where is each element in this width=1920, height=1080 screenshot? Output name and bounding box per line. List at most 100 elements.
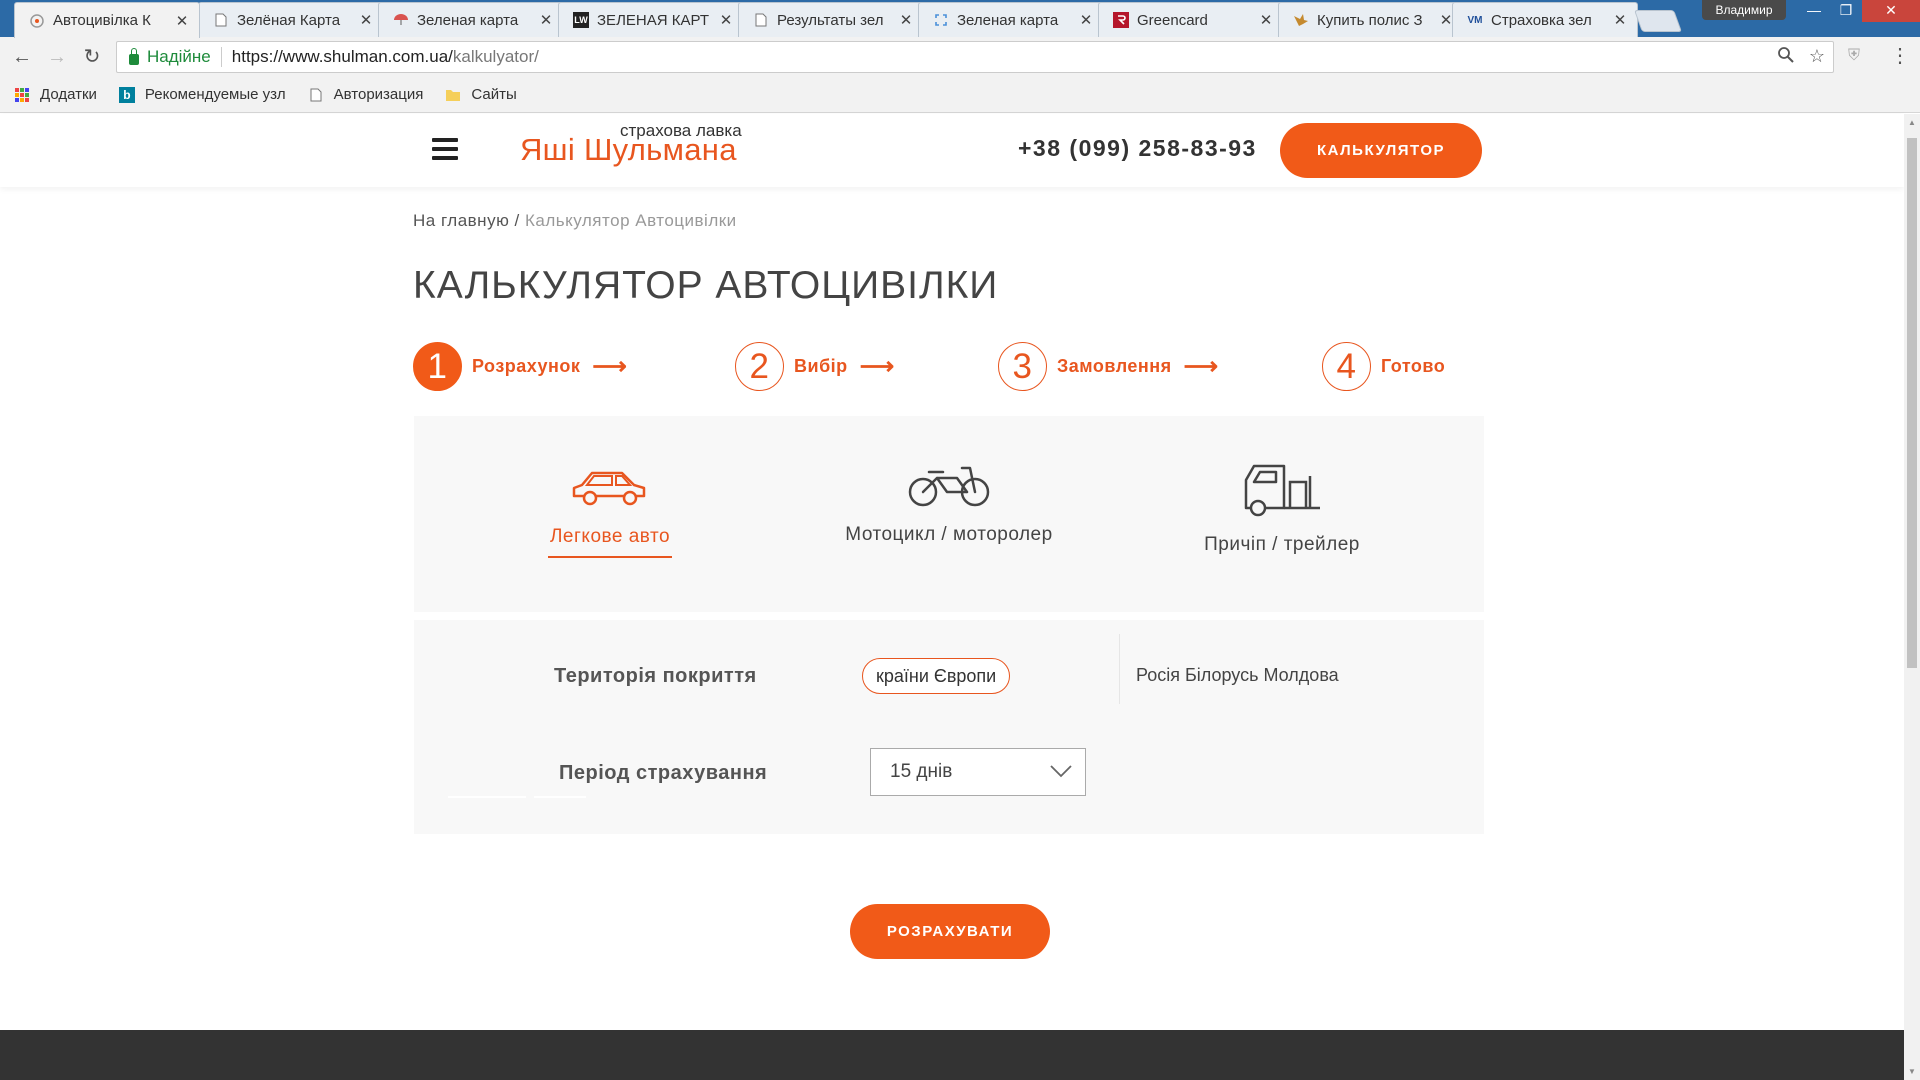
tab-title: Зеленая карта [957, 11, 1059, 29]
umbrella-icon [393, 12, 409, 28]
vehicle-option-motorcycle[interactable]: Мотоцикл / моторолер [834, 462, 1064, 546]
tab-close-icon[interactable]: ✕ [1439, 11, 1453, 29]
calculate-button[interactable]: РОЗРАХУВАТИ [850, 904, 1050, 959]
profile-name[interactable]: Владимир [1702, 0, 1786, 20]
vm-icon: VM [1467, 14, 1483, 26]
bookmark-sites[interactable]: Сайты [445, 86, 517, 103]
step-label: Готово [1381, 356, 1446, 376]
forward-icon[interactable]: → [45, 45, 69, 69]
territory-cis-option[interactable]: Росія Білорусь Молдова [1136, 665, 1339, 686]
period-select[interactable]: 15 днів [870, 748, 1086, 796]
breadcrumb-separator: / [509, 211, 525, 230]
folder-icon [445, 87, 461, 103]
browser-tab-strip: Автоцивілка К ✕ Зелёная Карта ✕ Зеленая … [0, 0, 1920, 38]
bookmarks-bar: Додатки b Рекомендуемые узл Авторизация … [0, 77, 1920, 113]
tab-close-icon[interactable]: ✕ [175, 12, 189, 30]
tab-close-icon[interactable]: ✕ [359, 11, 373, 29]
arrow-right-icon: ⟶ [859, 353, 895, 380]
address-bar[interactable]: Надійне https://www.shulman.com.ua/kalku… [116, 41, 1834, 73]
browser-tab-4[interactable]: Результаты зел ✕ [738, 2, 924, 37]
browser-tab-2[interactable]: Зеленая карта ✕ [378, 2, 564, 37]
url-host: https://www.shulman.com.ua/ [231, 47, 453, 66]
url-path: kalkulyator/ [452, 47, 539, 66]
zoom-icon[interactable] [1777, 46, 1795, 69]
bing-icon: b [118, 86, 135, 103]
decor-line [448, 796, 526, 798]
breadcrumb-home-link[interactable]: На главную [413, 211, 509, 230]
page-title: КАЛЬКУЛЯТОР АВТОЦИВІЛКИ [413, 264, 999, 307]
browser-menu-icon[interactable]: ⋮ [1890, 43, 1910, 68]
vehicle-label: Причіп / трейлер [1204, 534, 1360, 555]
step-choice: 2 Вибір ⟶ [735, 342, 895, 391]
site-footer [0, 1030, 1904, 1080]
omnibox-actions: ☆ [1777, 46, 1825, 69]
step-calculation: 1 Розрахунок ⟶ [413, 342, 627, 391]
bookmark-star-icon[interactable]: ☆ [1809, 46, 1825, 69]
browser-tab-7[interactable]: Купить полис З ✕ [1278, 2, 1464, 37]
browser-tab-6[interactable]: Greencard ✕ [1098, 2, 1284, 37]
bookmark-label: Додатки [40, 86, 97, 103]
browser-toolbar: ← → ↻ Надійне https://www.shulman.com.ua… [0, 37, 1920, 77]
territory-divider [1119, 634, 1120, 704]
tab-title: Автоцивілка К [53, 12, 151, 29]
extension-shield-icon[interactable]: ⛨ [1848, 47, 1860, 65]
tab-close-icon[interactable]: ✕ [1079, 11, 1093, 29]
vehicle-option-car[interactable]: Легкове авто [548, 462, 672, 558]
vehicle-option-trailer[interactable]: Причіп / трейлер [1182, 462, 1382, 556]
vehicle-label: Легкове авто [549, 526, 671, 547]
browser-tab-8[interactable]: VM Страховка зел ✕ [1452, 2, 1638, 37]
selected-underline [548, 556, 672, 558]
tab-close-icon[interactable]: ✕ [539, 11, 553, 29]
calculator-header-button[interactable]: КАЛЬКУЛЯТОР [1280, 123, 1482, 178]
tab-title: Результаты зел [777, 11, 884, 29]
vehicle-label: Мотоцикл / моторолер [845, 524, 1053, 545]
tab-title: Зелёная Карта [237, 11, 341, 29]
window-controls: — ❐ ✕ [1798, 0, 1920, 22]
hamburger-menu-icon[interactable] [432, 138, 458, 162]
back-icon[interactable]: ← [10, 45, 34, 69]
browser-tab-3[interactable]: LW ЗЕЛЕНАЯ КАРТ ✕ [558, 2, 744, 37]
lock-icon [129, 47, 139, 65]
motorcycle-icon [908, 466, 990, 507]
scroll-down-icon[interactable]: ▼ [1908, 1067, 1916, 1076]
tab-title: ЗЕЛЕНАЯ КАРТ [597, 11, 709, 29]
site-logo[interactable]: Яші Шульмана [520, 132, 737, 168]
maximize-icon[interactable]: ❐ [1830, 0, 1862, 22]
tab-title: Зеленая карта [417, 11, 519, 29]
bookmark-auth[interactable]: Авторизация [308, 86, 423, 103]
loading-icon [933, 12, 949, 28]
car-icon [572, 471, 646, 506]
window-close-icon[interactable]: ✕ [1862, 0, 1920, 22]
territory-europe-option[interactable]: країни Європи [862, 658, 1011, 694]
browser-tab-1[interactable]: Зелёная Карта ✕ [198, 2, 384, 37]
arrow-right-icon: ⟶ [592, 353, 628, 380]
bookmark-recommended[interactable]: b Рекомендуемые узл [118, 86, 286, 103]
progress-steps: 1 Розрахунок ⟶ 2 Вибір ⟶ 3 Замовлення ⟶ … [413, 342, 1483, 394]
period-label: Період страхування [559, 762, 768, 784]
bookmark-apps[interactable]: Додатки [14, 86, 97, 103]
tab-close-icon[interactable]: ✕ [899, 11, 913, 29]
greencard-icon [1113, 12, 1129, 28]
browser-tab-0[interactable]: Автоцивілка К ✕ [14, 2, 200, 38]
lw-icon: LW [573, 12, 589, 28]
security-label: Надійне [147, 47, 211, 66]
tab-close-icon[interactable]: ✕ [719, 11, 733, 29]
bookmark-label: Рекомендуемые узл [144, 86, 286, 103]
bird-icon [1293, 12, 1309, 28]
reload-icon[interactable]: ↻ [80, 45, 104, 69]
vehicle-type-panel: Легкове авто Мотоцикл / моторолер Причіп… [414, 416, 1484, 612]
tab-title: Страховка зел [1491, 11, 1592, 29]
page-icon [308, 87, 324, 103]
page-scrollbar[interactable]: ▲ ▼ [1904, 114, 1920, 1080]
scroll-thumb[interactable] [1907, 138, 1917, 668]
phone-number[interactable]: +38 (099) 258-83-93 [1018, 135, 1257, 162]
tab-close-icon[interactable]: ✕ [1613, 11, 1627, 29]
tab-title: Купить полис З [1317, 11, 1423, 29]
browser-tab-5[interactable]: Зеленая карта ✕ [918, 2, 1104, 37]
new-tab-button[interactable] [1633, 10, 1683, 32]
tab-close-icon[interactable]: ✕ [1259, 11, 1273, 29]
minimize-icon[interactable]: — [1798, 0, 1830, 22]
step-order: 3 Замовлення ⟶ [998, 342, 1219, 391]
scroll-up-icon[interactable]: ▲ [1908, 118, 1916, 127]
step-label: Вибір [794, 356, 848, 376]
